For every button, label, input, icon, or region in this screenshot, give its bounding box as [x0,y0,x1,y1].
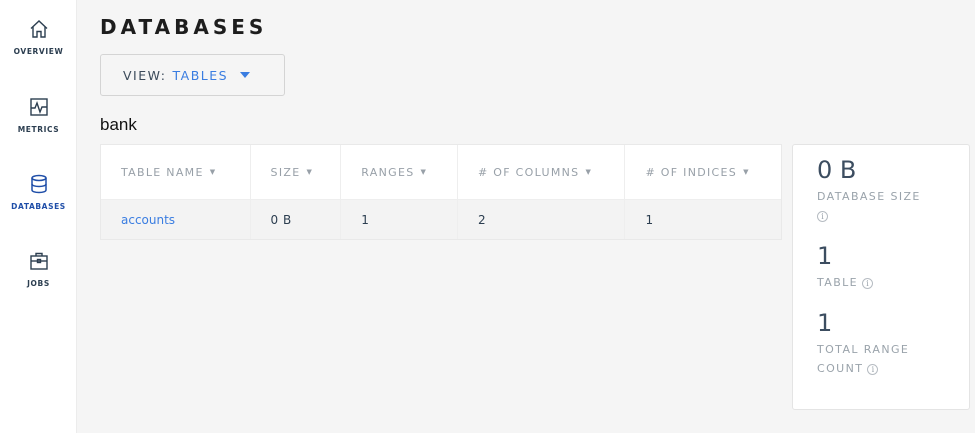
sidebar-item-label: DATABASES [11,202,66,211]
table-name-link[interactable]: accounts [101,200,251,239]
stat-label-text: TABLE [817,276,859,289]
stat-label-text: TOTAL RANGE [817,343,910,356]
sidebar-item-label: METRICS [17,125,60,134]
stat-tables: 1 TABLE i [817,242,874,292]
table-header: TABLE NAME ▼ SIZE ▼ RANGES ▼ # OF COLUMNS ▼ … [101,145,781,200]
sidebar-item-databases[interactable]: DATABASES [0,173,77,211]
sidebar-item-jobs[interactable]: JOBS [0,250,77,288]
sidebar-item-overview[interactable]: OVERVIEW [0,18,77,56]
sort-icon: ▼ [420,168,428,176]
column-header-label: # OF INDICES [645,165,738,179]
column-header-size[interactable]: SIZE ▼ [251,145,342,199]
column-header-label: SIZE [270,165,301,179]
column-header-columns[interactable]: # OF COLUMNS ▼ [458,145,626,199]
table-cell-indices: 1 [645,212,654,227]
info-icon[interactable]: i [867,364,879,375]
stat-label-text: DATABASE SIZE [817,190,921,203]
stat-value: 1 [817,242,833,270]
stat-value: 1 [817,309,833,337]
database-name: bank [100,115,137,134]
chevron-down-icon [240,72,251,78]
column-header-indices[interactable]: # OF INDICES ▼ [625,145,781,199]
column-header-label: # OF COLUMNS [477,165,580,179]
column-header-ranges[interactable]: RANGES ▼ [341,145,458,199]
database-summary-panel: 0 B DATABASE SIZE i 1 TABLE i 1 TOTAL RANG… [792,144,970,410]
sort-icon: ▼ [209,168,217,176]
sidebar: OVERVIEW METRICS DATABASES JOBS [0,0,77,433]
info-icon[interactable]: i [862,278,874,289]
table-cell-ranges: 1 [341,200,458,239]
view-dropdown[interactable]: VIEW: TABLES [100,54,285,96]
metrics-icon [29,98,48,116]
page-title: DATABASES [100,15,268,39]
main-content: DATABASES VIEW: TABLES bank TABLE NAME ▼ … [77,0,975,433]
sidebar-item-label: OVERVIEW [13,47,64,56]
stat-label: DATABASE SIZE i [817,187,921,225]
database-icon [30,174,47,194]
sort-icon: ▼ [306,168,314,176]
stat-value: 0 B [817,156,857,184]
table-row[interactable]: accounts 0 B 1 2 1 [101,200,781,239]
sort-icon: ▼ [743,168,750,176]
info-icon[interactable]: i [817,211,828,222]
view-dropdown-value: TABLES [172,67,229,83]
table-cell-size: 0 B [251,200,342,239]
table-cell-columns: 2 [458,200,626,239]
column-header-label: RANGES [361,165,415,179]
briefcase-icon [29,252,48,270]
column-header-label: TABLE NAME [121,165,204,179]
stat-total-ranges: 1 TOTAL RANGE COUNT i [817,310,909,378]
sort-icon: ▼ [585,168,593,176]
column-header-table-name[interactable]: TABLE NAME ▼ [101,145,251,199]
stat-database-size: 0 B DATABASE SIZE i [817,157,921,225]
home-icon [30,20,47,38]
sidebar-item-label: JOBS [27,279,50,288]
stat-label: TABLE i [817,273,874,292]
view-dropdown-prefix: VIEW: [123,67,167,83]
stat-label-text: COUNT [817,362,864,375]
tables-table: TABLE NAME ▼ SIZE ▼ RANGES ▼ # OF COLUMNS ▼ … [100,144,782,240]
stat-label: TOTAL RANGE COUNT i [817,340,909,378]
sidebar-item-metrics[interactable]: METRICS [0,96,77,134]
